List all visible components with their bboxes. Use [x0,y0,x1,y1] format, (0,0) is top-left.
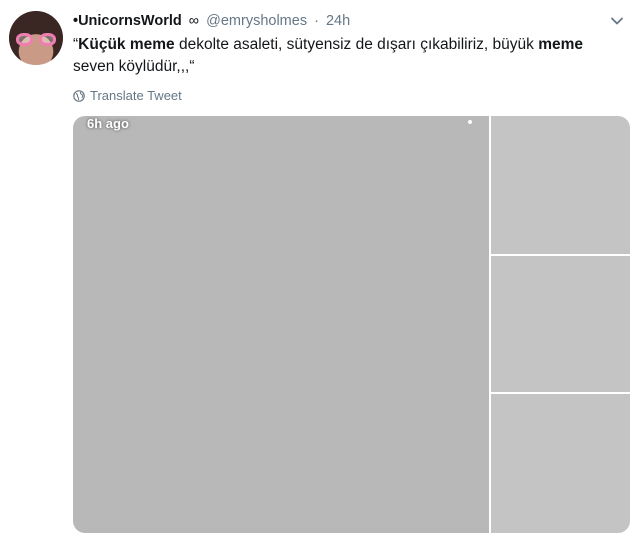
tweet-text-highlight: Küçük meme [78,36,175,53]
header-separator: · [314,13,319,29]
tweet-text: “Küçük meme dekolte asaleti, sütyensiz d… [73,34,628,78]
tweet-text-segment: seven köylüdür,,,“ [73,58,195,75]
tweet-text-highlight: meme [538,36,584,53]
media-photo-main[interactable]: 6h ago [73,116,489,533]
media-photo-thumb-2[interactable] [491,256,630,392]
media-grid: 6h ago [73,116,630,533]
tweet-text-segment: dekolte asaleti, sütyensiz de dışarı çık… [174,36,539,53]
tweet[interactable]: •UnicornsWorld ∞ @emrysholmes · 24h “Küç… [0,0,643,547]
user-handle[interactable]: @emrysholmes [206,13,307,29]
media-overlay-time: 6h ago [87,116,129,131]
tweet-timestamp[interactable]: 24h [326,13,350,29]
chevron-down-icon[interactable] [610,14,624,28]
media-photo-thumb-3[interactable] [491,394,630,533]
media-photo-thumb-1[interactable] [491,116,630,254]
globe-icon [73,89,85,102]
tweet-header: •UnicornsWorld ∞ @emrysholmes · 24h [73,12,350,30]
translate-tweet-link[interactable]: Translate Tweet [73,88,182,103]
name-suffix: ∞ [188,13,200,29]
display-name[interactable]: •UnicornsWorld [73,13,182,29]
avatar-glasses [16,33,56,47]
translate-label: Translate Tweet [90,88,182,103]
media-overlay-dot [468,120,472,124]
avatar[interactable] [9,11,63,65]
